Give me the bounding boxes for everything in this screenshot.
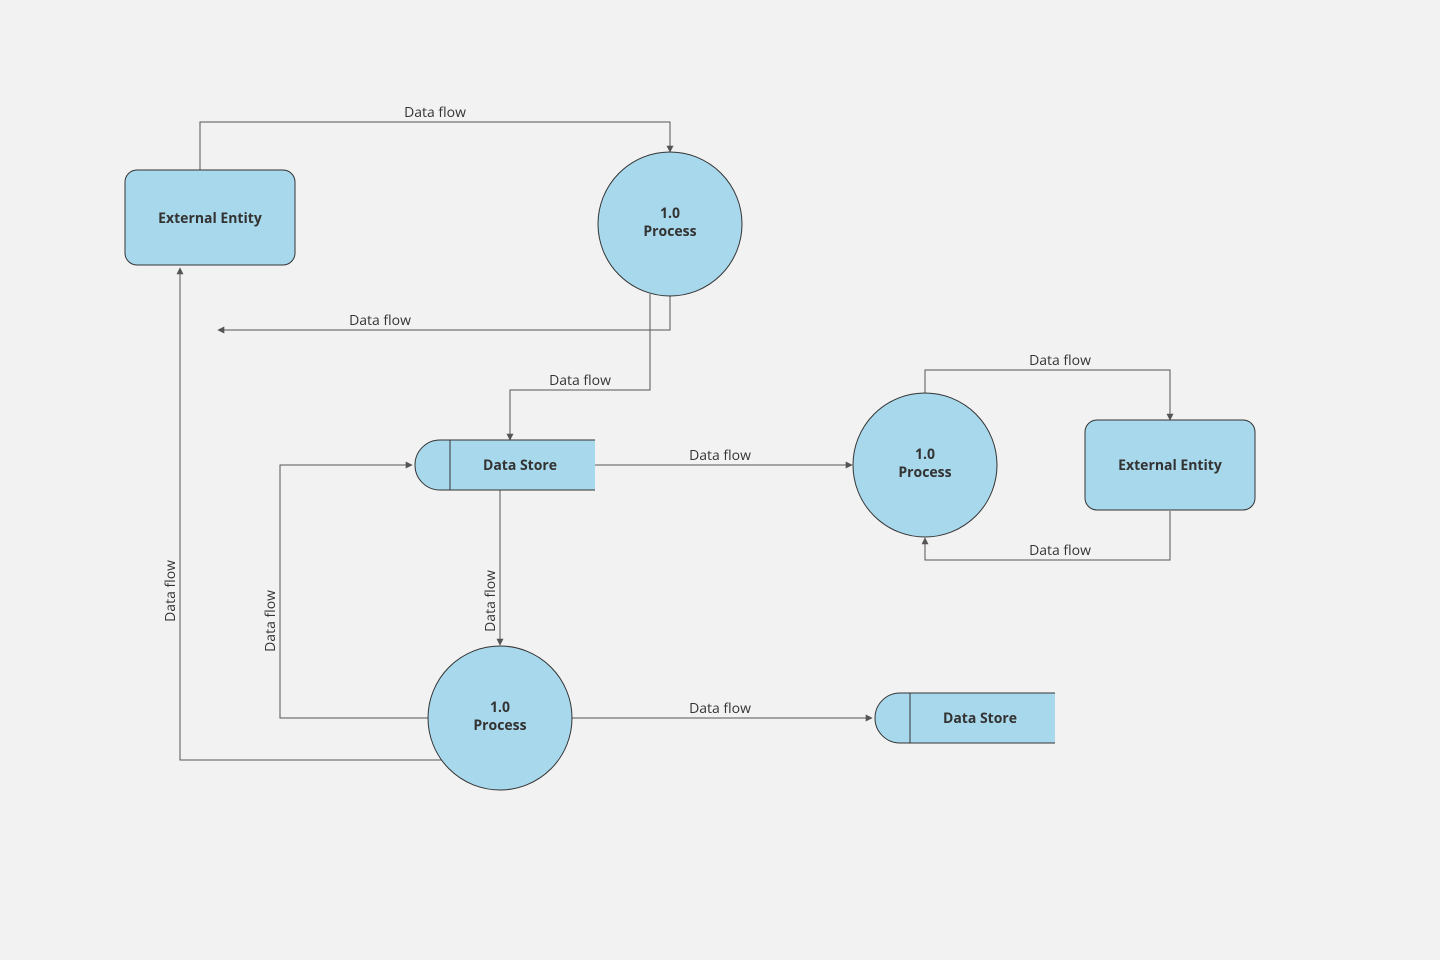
node-label: Process bbox=[643, 222, 696, 241]
node-store2[interactable]: Data Store bbox=[875, 693, 1055, 743]
node-label: Process bbox=[473, 716, 526, 735]
node-label: External Entity bbox=[1118, 456, 1222, 475]
edge-label: Data flow bbox=[1029, 351, 1091, 370]
node-entity1[interactable]: External Entity bbox=[125, 170, 295, 265]
edge-label: Data flow bbox=[161, 560, 180, 622]
edge-label: Data flow bbox=[349, 311, 411, 330]
edge-e9: Data flow bbox=[161, 268, 445, 760]
node-number: 1.0 bbox=[660, 204, 680, 223]
node-number: 1.0 bbox=[915, 445, 935, 464]
node-label: Data Store bbox=[943, 709, 1017, 728]
edge-label: Data flow bbox=[404, 103, 466, 122]
edge-label: Data flow bbox=[689, 699, 751, 718]
edge-e8: Data flow bbox=[261, 465, 430, 718]
edge-label: Data flow bbox=[481, 570, 500, 632]
edge-label: Data flow bbox=[261, 590, 280, 652]
dfd-canvas: Data flow Data flow Data flow Data flow … bbox=[0, 0, 1440, 960]
edge-e2: Data flow bbox=[218, 296, 670, 330]
node-process3[interactable]: 1.0 Process bbox=[428, 646, 572, 790]
edge-e10: Data flow bbox=[572, 699, 872, 718]
node-process2[interactable]: 1.0 Process bbox=[853, 393, 997, 537]
edge-e4: Data flow bbox=[595, 446, 852, 465]
node-number: 1.0 bbox=[490, 698, 510, 717]
node-label: Data Store bbox=[483, 456, 557, 475]
edge-label: Data flow bbox=[549, 371, 611, 390]
node-entity2[interactable]: External Entity bbox=[1085, 420, 1255, 510]
node-store1[interactable]: Data Store bbox=[415, 440, 595, 490]
edge-label: Data flow bbox=[1029, 541, 1091, 560]
node-process1[interactable]: 1.0 Process bbox=[598, 152, 742, 296]
edge-e1: Data flow bbox=[200, 103, 670, 170]
edge-e7: Data flow bbox=[481, 490, 500, 645]
node-label: External Entity bbox=[158, 209, 262, 228]
edge-label: Data flow bbox=[689, 446, 751, 465]
node-label: Process bbox=[898, 463, 951, 482]
edge-e3: Data flow bbox=[510, 294, 650, 440]
